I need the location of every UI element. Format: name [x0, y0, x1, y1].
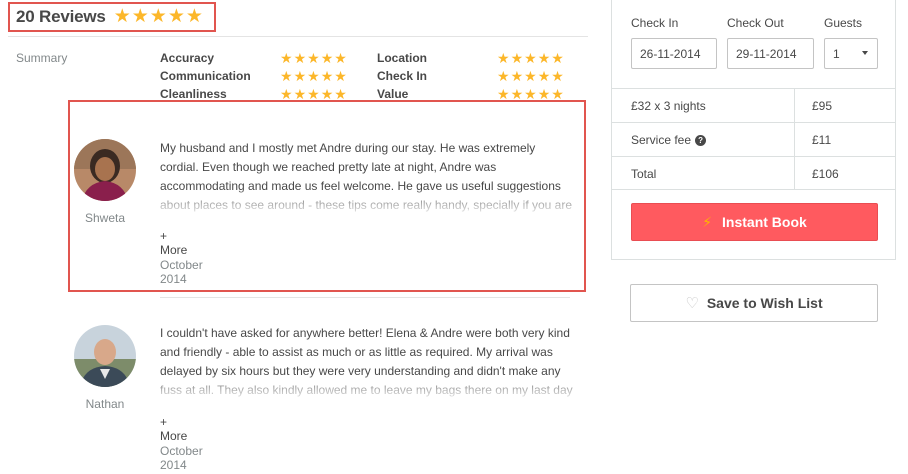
star-icon: ★ — [510, 50, 524, 66]
star-icon: ★ — [551, 50, 564, 66]
star-icon: ★ — [293, 50, 307, 66]
divider — [794, 123, 795, 156]
star-icon: ★ — [497, 86, 510, 102]
star-icon: ★ — [280, 86, 293, 102]
star-icon: ★ — [497, 50, 510, 66]
rating-label: Cleanliness — [160, 87, 227, 101]
rating-label: Accuracy — [160, 51, 215, 65]
rating-label: Value — [377, 87, 409, 101]
check-in-input[interactable]: 26-11-2014 — [631, 38, 717, 69]
price-value: £11 — [812, 133, 832, 147]
booking-panel: Check In Check Out Guests 26-11-2014 29-… — [611, 0, 896, 260]
guests-value: 1 — [833, 46, 840, 61]
star-icon: ★ — [524, 86, 537, 102]
reviews-title: 20 Reviews — [16, 7, 106, 26]
rating-stars: ★ ★ ★ ★ ★ — [280, 51, 348, 65]
wish-list-label: Save to Wish List — [706, 295, 823, 311]
review-text-fade — [160, 375, 574, 401]
star-icon: ★ — [307, 68, 320, 84]
rating-row-check-in: Check In ★ ★ ★ ★ ★ — [377, 67, 565, 85]
star-icon: ★ — [334, 86, 347, 102]
check-in-label: Check In — [631, 16, 679, 30]
rating-label: Communication — [160, 69, 251, 83]
rating-stars: ★ ★ ★ ★ ★ — [497, 51, 565, 65]
guests-select[interactable]: 1 — [824, 38, 878, 69]
price-label: Total — [631, 167, 656, 181]
star-icon: ★ — [320, 86, 334, 102]
star-icon: ★ — [334, 50, 347, 66]
price-label-text: £32 x 3 nights — [631, 99, 706, 113]
star-icon: ★ — [524, 68, 537, 84]
divider — [160, 297, 570, 298]
star-icon: ★ — [280, 68, 293, 84]
star-icon: ★ — [320, 50, 334, 66]
star-icon: ★ — [537, 50, 551, 66]
star-icon: ★ — [497, 68, 510, 84]
star-icon: ★ — [293, 68, 307, 84]
star-icon: ★ — [537, 86, 551, 102]
rating-stars: ★ ★ ★ ★ ★ — [280, 87, 348, 101]
more-link[interactable]: + More — [160, 415, 187, 443]
price-row-service-fee: Service fee? £11 — [612, 122, 895, 156]
price-label: £32 x 3 nights — [631, 99, 706, 113]
star-icon: ★ — [551, 86, 564, 102]
rating-label: Location — [377, 51, 427, 65]
star-icon: ★ — [113, 6, 131, 27]
avatar[interactable] — [74, 325, 136, 387]
rating-stars: ★ ★ ★ ★ ★ — [497, 69, 565, 83]
divider — [794, 89, 795, 122]
divider — [794, 157, 795, 190]
review-date: October 2014 — [160, 444, 203, 472]
star-icon: ★ — [551, 68, 564, 84]
price-row-nights: £32 x 3 nights £95 — [612, 88, 895, 122]
star-icon: ★ — [510, 68, 524, 84]
price-row-total: Total £106 — [612, 156, 895, 190]
star-icon: ★ — [537, 68, 551, 84]
star-icon: ★ — [334, 68, 347, 84]
price-label-text: Total — [631, 167, 657, 181]
price-label-text: Service fee — [631, 133, 692, 147]
rating-stars: ★ ★ ★ ★ ★ — [497, 87, 565, 101]
star-icon: ★ — [280, 50, 293, 66]
price-label: Service fee? — [631, 133, 707, 147]
rating-label: Check In — [377, 69, 428, 83]
question-circle-icon[interactable]: ? — [695, 134, 707, 146]
rating-row-communication: Communication ★ ★ ★ ★ ★ — [160, 67, 348, 85]
star-icon: ★ — [131, 6, 149, 27]
divider — [8, 36, 588, 37]
reviewer-name[interactable]: Nathan — [65, 397, 145, 411]
review-date: October 2014 — [160, 258, 203, 286]
reviewer-name[interactable]: Shweta — [65, 211, 145, 225]
review-text-fade — [160, 190, 574, 216]
check-out-input[interactable]: 29-11-2014 — [727, 38, 814, 69]
star-icon: ★ — [293, 86, 307, 102]
rating-stars: ★ ★ ★ ★ ★ — [280, 69, 348, 83]
rating-row-accuracy: Accuracy ★ ★ ★ ★ ★ — [160, 49, 348, 67]
more-link[interactable]: + More — [160, 229, 187, 257]
star-icon: ★ — [524, 50, 537, 66]
instant-book-button[interactable]: ⚡ Instant Book — [631, 203, 878, 241]
check-out-label: Check Out — [727, 16, 784, 30]
price-value: £95 — [812, 99, 833, 113]
star-icon: ★ — [307, 86, 320, 102]
star-icon: ★ — [149, 6, 167, 27]
overall-rating-stars: ★★★★★ — [114, 7, 204, 27]
save-to-wish-list-button[interactable]: ♡ Save to Wish List — [630, 284, 878, 322]
heart-icon: ♡ — [685, 295, 699, 312]
price-value: £106 — [812, 167, 839, 181]
guests-label: Guests — [824, 16, 863, 30]
star-icon: ★ — [185, 6, 203, 27]
avatar[interactable] — [74, 139, 136, 201]
reviews-header: 20 Reviews ★★★★★ — [8, 2, 216, 32]
instant-book-label: Instant Book — [722, 214, 807, 230]
chevron-down-icon — [862, 51, 868, 55]
lightning-bolt-icon: ⚡ — [702, 213, 713, 230]
star-icon: ★ — [510, 86, 524, 102]
star-icon: ★ — [307, 50, 320, 66]
summary-label: Summary — [16, 51, 68, 65]
star-icon: ★ — [320, 68, 334, 84]
rating-row-location: Location ★ ★ ★ ★ ★ — [377, 49, 565, 67]
price-breakdown: £32 x 3 nights £95 Service fee? £11 Tota… — [612, 88, 895, 190]
star-icon: ★ — [167, 6, 185, 27]
